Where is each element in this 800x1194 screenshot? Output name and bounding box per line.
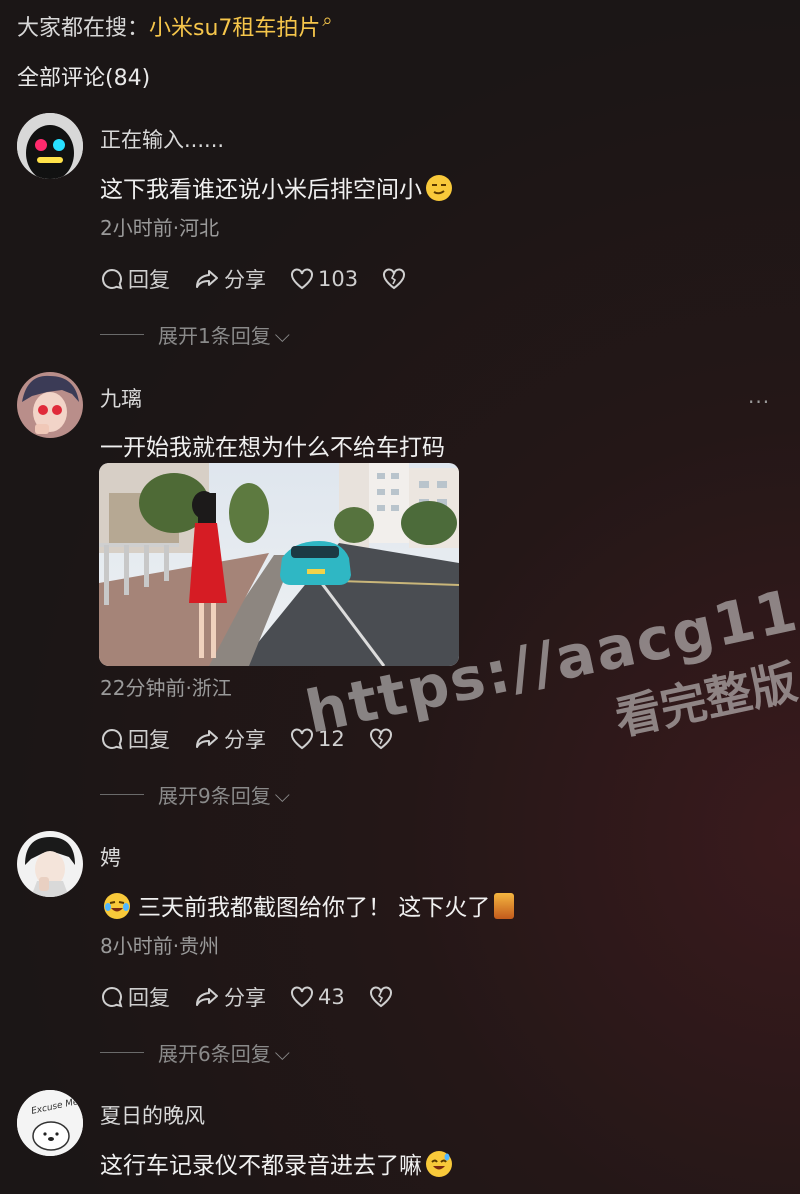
- like-button[interactable]: 43: [290, 985, 345, 1009]
- like-count: 43: [318, 985, 345, 1009]
- share-arrow-icon: [196, 270, 218, 288]
- comment-text: 三天前我都截图给你了！ 这下火了: [104, 888, 515, 922]
- share-button[interactable]: 分享: [194, 982, 266, 1012]
- reply-button[interactable]: 回复: [100, 724, 170, 754]
- more-options-icon[interactable]: ···: [748, 390, 770, 414]
- comment-bubble-icon: [102, 728, 123, 750]
- chevron-down-icon: ⌵: [274, 1040, 290, 1065]
- reply-button[interactable]: 回复: [100, 982, 170, 1012]
- divider: [100, 794, 144, 795]
- broken-heart-icon: [383, 268, 406, 290]
- share-arrow-icon: [196, 730, 218, 748]
- comment-image[interactable]: [99, 463, 459, 666]
- expand-replies-button[interactable]: 展开6条回复 ⌵: [100, 1038, 290, 1067]
- expand-replies-button[interactable]: 展开1条回复 ⌵: [100, 320, 290, 349]
- comment-meta: 2小时前·河北: [100, 216, 220, 240]
- divider: [100, 334, 144, 335]
- fire-sticker-icon: [494, 893, 515, 919]
- comment-username[interactable]: 正在输入......: [100, 124, 224, 154]
- share-button[interactable]: 分享: [194, 264, 266, 294]
- reply-button[interactable]: 回复: [100, 264, 170, 294]
- comment-bubble-icon: [102, 986, 123, 1008]
- chevron-down-icon: ⌵: [274, 782, 290, 807]
- like-count: 103: [318, 267, 359, 291]
- chevron-down-icon: ⌵: [274, 322, 290, 347]
- comment-text: 一开始我就在想为什么不给车打码: [100, 435, 445, 461]
- hot-search-prefix: 大家都在搜：: [17, 16, 150, 41]
- comment-text: 这下我看谁还说小米后排空间小: [100, 170, 452, 204]
- expand-replies-button[interactable]: 展开9条回复 ⌵: [100, 780, 290, 809]
- heart-icon: [291, 986, 313, 1008]
- avatar[interactable]: [17, 831, 83, 897]
- comment-username[interactable]: 九璃: [100, 383, 142, 413]
- crying-laughing-emoji-icon: [104, 893, 130, 919]
- comment-count-title: 全部评论(84): [17, 66, 151, 91]
- dislike-button[interactable]: [382, 268, 410, 290]
- sweat-smile-emoji-icon: [426, 1151, 452, 1177]
- search-icon: ⌕: [322, 10, 333, 31]
- smirk-emoji-icon: [426, 175, 452, 201]
- dislike-button[interactable]: [369, 986, 397, 1008]
- comment-text: 这行车记录仪不都录音进去了嘛: [100, 1146, 452, 1180]
- hot-search-keyword[interactable]: 小米su7租车拍片: [149, 16, 320, 41]
- broken-heart-icon: [369, 986, 392, 1008]
- like-button[interactable]: 103: [290, 267, 358, 291]
- comment-meta: 8小时前·贵州: [100, 934, 220, 958]
- comment-meta: 22分钟前·浙江: [100, 676, 232, 700]
- hot-search-bar[interactable]: 大家都在搜：小米su7租车拍片 ⌕: [17, 10, 333, 42]
- share-button[interactable]: 分享: [194, 724, 266, 754]
- share-arrow-icon: [196, 988, 218, 1006]
- avatar[interactable]: [17, 372, 83, 438]
- comment-username[interactable]: 娉: [100, 842, 121, 872]
- avatar[interactable]: [17, 113, 83, 179]
- divider: [100, 1052, 144, 1053]
- comment-username[interactable]: 夏日的晚风: [100, 1100, 205, 1130]
- avatar[interactable]: Excuse Me!: [17, 1090, 83, 1156]
- heart-icon: [291, 268, 313, 290]
- comment-bubble-icon: [102, 268, 123, 290]
